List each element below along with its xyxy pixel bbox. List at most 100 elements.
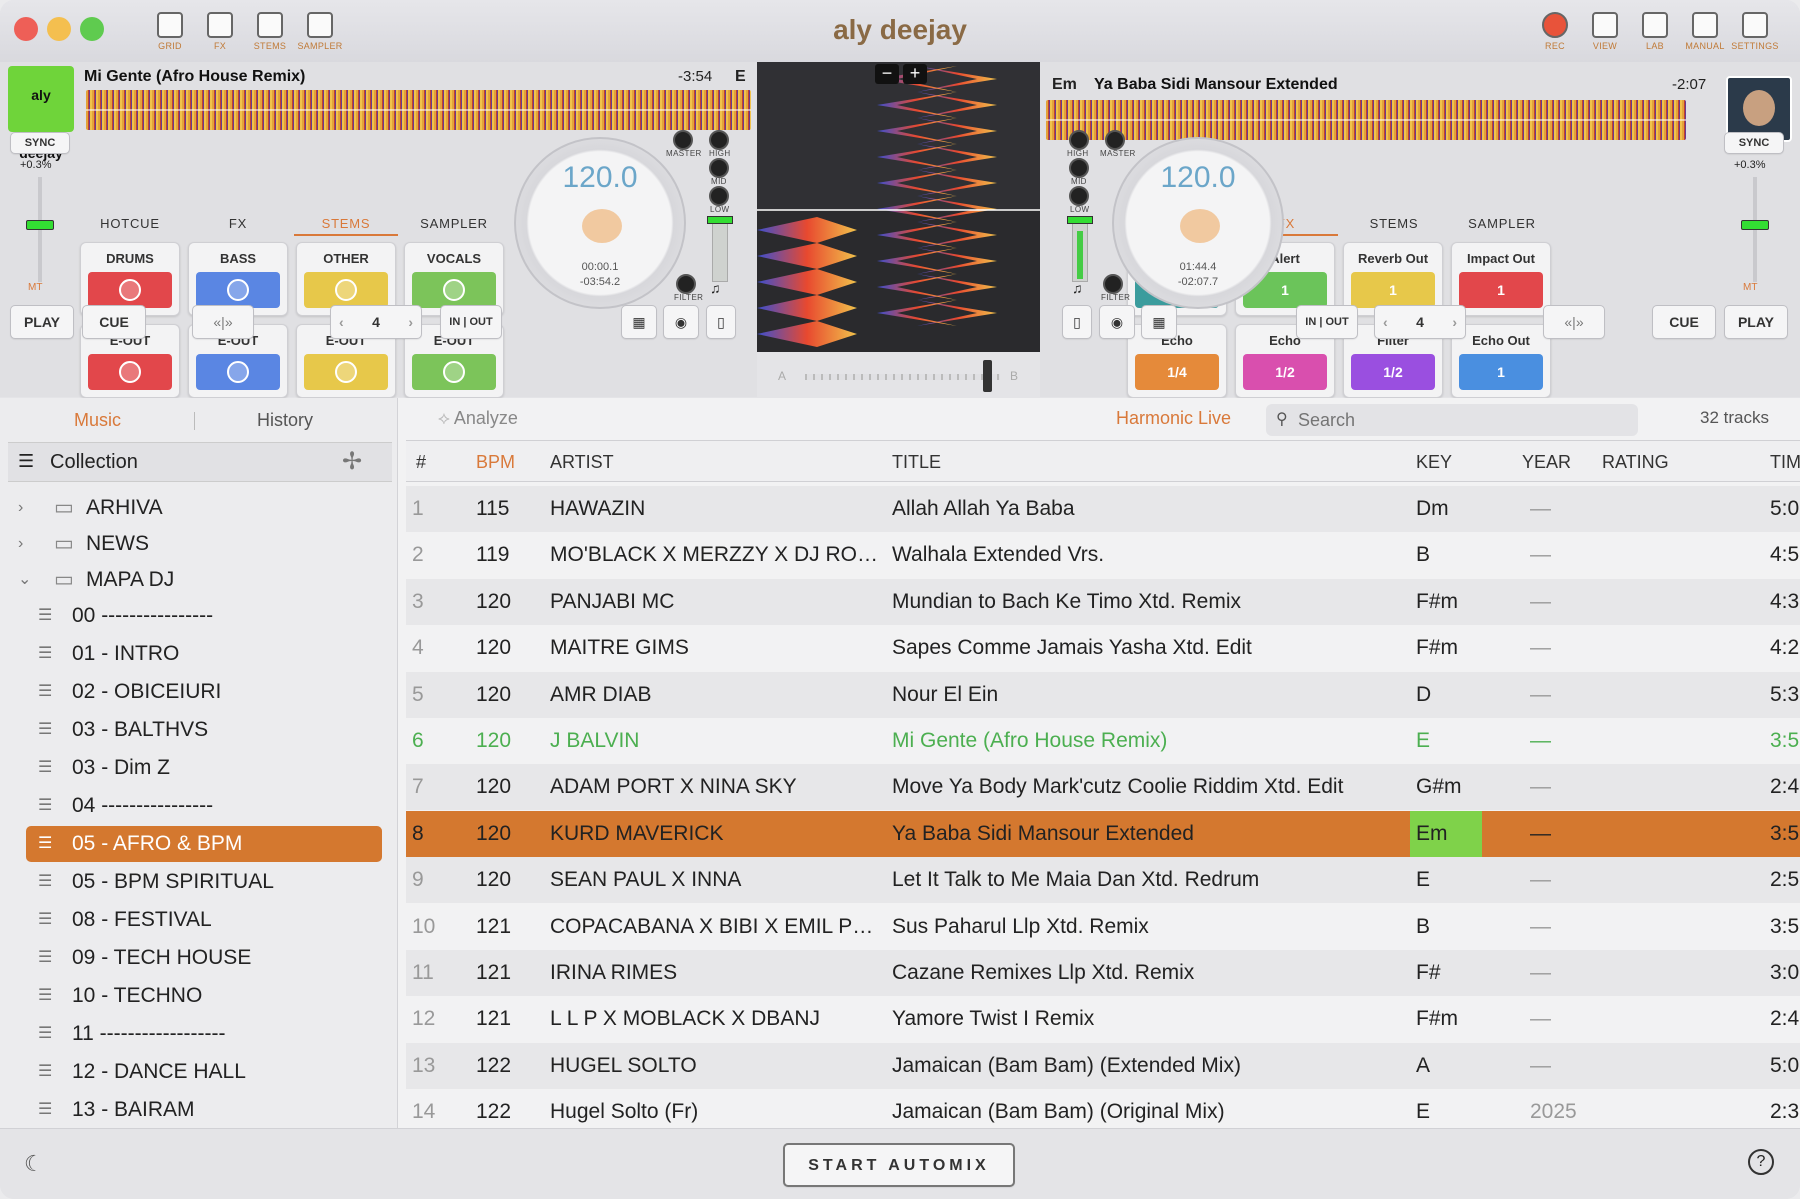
table-row[interactable]: 12 121 L L P X MOBLACK X DBANJ Yamore Twist… [406,996,1800,1042]
table-row[interactable]: 2 119 MO'BLACK X MERZZY X DJ RONY Walhala E… [406,532,1800,578]
analyze-button[interactable]: ⟡ Analyze [438,408,518,429]
deck-right-waveform[interactable] [1046,100,1686,140]
table-row[interactable]: 10 121 COPACABANA X BIBI X EMIL PO... Sus P… [406,904,1800,950]
deck-left-pitch-slider[interactable] [26,220,54,230]
dark-mode-icon[interactable]: ☾ [24,1151,44,1177]
deck_right-pad-4[interactable]: Impact Out 1 [1451,242,1551,316]
deck_left-pad-2-color[interactable] [196,272,280,308]
deck-left-keyboard-icon[interactable]: ▦ [621,305,657,339]
deck-left-platter[interactable]: 120.0 00:00.1 -03:54.2 [514,137,686,309]
sidebar-playlist-12[interactable]: ☰ 11 ------------------ [26,1016,382,1052]
deck_right-pad-7-color[interactable]: 1/2 [1351,354,1435,390]
deck-left-mid-knob[interactable] [709,158,729,178]
table-row[interactable]: 1115HAWAZINAllah Allah Ya BabaDm—5:0☆☆☆☆… [406,486,1800,532]
column-header-number[interactable]: # [416,441,426,483]
deck-left-master-knob[interactable] [673,130,693,150]
zoom-in-button[interactable]: + [903,64,927,84]
sidebar-playlist-9[interactable]: ☰ 08 - FESTIVAL [26,902,382,938]
deck_left-pad-3-color[interactable] [304,272,388,308]
deck_right-pad-3-color[interactable]: 1 [1351,272,1435,308]
tab-music[interactable]: Music [74,410,121,431]
table-row[interactable]: 3 120 PANJABI MC Mundian to Bach Ke Timo Xt… [406,578,1800,625]
deck_left-tab-stems[interactable]: STEMS [294,212,398,236]
harmonic-live-button[interactable]: Harmonic Live [1116,408,1231,429]
search-box[interactable]: ⚲ [1266,404,1638,436]
deck-left-play-button[interactable]: PLAY [10,305,74,339]
start-automix-button[interactable]: START AUTOMIX [783,1143,1015,1187]
deck-left-volume-fader[interactable] [707,216,733,224]
deck-left-in-out-button[interactable]: IN | OUT [440,305,502,339]
table-row[interactable]: 7 120 ADAM PORT X NINA SKY Move Ya Body Mar… [406,764,1800,811]
minimize-window-button[interactable] [47,17,71,41]
deck_right-tab-stems[interactable]: STEMS [1342,212,1446,236]
deck_left-pad-5-color[interactable] [88,354,172,390]
tab-history[interactable]: History [257,410,313,431]
waveform-visualizer[interactable]: − + [757,62,1040,352]
add-playlist-icon[interactable]: ✢ [342,447,362,476]
toolbar-lab-button[interactable]: LAB [1630,12,1680,54]
toolbar-fx-button[interactable]: FX [195,12,245,54]
deck_right-pad-8-color[interactable]: 1 [1459,354,1543,390]
deck-right-play-button[interactable]: PLAY [1724,305,1788,339]
deck_left-pad-8-color[interactable] [412,354,496,390]
deck-left-mt-label[interactable]: MT [28,282,42,293]
sidebar-playlist-1[interactable]: ☰ 00 ---------------- [26,598,382,634]
deck_right-pad-4-color[interactable]: 1 [1459,272,1543,308]
chevron-right-icon[interactable]: › [18,490,23,526]
deck-left-out-label[interactable]: OUT [469,316,492,328]
deck-right-mt-label[interactable]: MT [1743,282,1757,293]
table-row[interactable]: 11 121 IRINA RIMES Cazane Remixes Llp Xtd. … [406,950,1800,996]
table-row[interactable]: 13 122 HUGEL SOLTO Jamaican (Bam Bam) (Exte… [406,1042,1800,1089]
table-row[interactable]: 6 120 J BALVIN Mi Gente (Afro House Remix) E… [406,718,1800,764]
deck-right-keyboard-icon[interactable]: ▦ [1141,305,1177,339]
deck-right-beatjump-button[interactable]: «|» [1543,305,1605,339]
column-header-year[interactable]: YEAR [1522,441,1571,483]
deck-left-loop-control[interactable]: ‹ 4 › [330,305,422,339]
column-header-rating[interactable]: RATING [1602,441,1669,483]
help-icon[interactable]: ? [1748,1149,1774,1175]
deck-left-low-knob[interactable] [709,186,729,206]
deck-right-cue-button[interactable]: CUE [1652,305,1716,339]
crossfader-handle[interactable] [983,360,992,392]
zoom-window-button[interactable] [80,17,104,41]
deck-left-sync-button[interactable]: SYNC [10,132,70,154]
deck-left-headphone-icon[interactable]: ♫ [710,280,721,296]
collection-header[interactable]: ☰ Collection ✢ [8,442,392,482]
deck-right-mid-knob[interactable] [1069,158,1089,178]
sidebar-playlist-10[interactable]: ☰ 09 - TECH HOUSE [26,940,382,976]
deck-right-high-knob[interactable] [1069,130,1089,150]
deck_left-pad-7-color[interactable] [304,354,388,390]
deck-right-sync-button[interactable]: SYNC [1724,132,1784,154]
toolbar-manual-button[interactable]: MANUAL [1680,12,1730,54]
table-row[interactable]: 8 120 KURD MAVERICK Ya Baba Sidi Mansour Ex… [406,810,1800,857]
column-header-artist[interactable]: ARTIST [550,441,614,483]
deck-right-in-out-button[interactable]: IN | OUT [1296,305,1358,339]
deck-left-filter-knob[interactable] [676,274,696,294]
sidebar-playlist-2[interactable]: ☰ 01 - INTRO [26,636,382,672]
deck-right-fader-icon[interactable]: ▯ [1062,305,1092,339]
deck-left-dj-mode-icon[interactable]: ◉ [663,305,699,339]
sidebar-folder-1[interactable]: › ▭ ARHIVA [0,490,398,526]
table-row[interactable]: 5120AMR DIABNour El EinD—5:3☆☆☆☆☆ [406,671,1800,718]
sidebar-playlist-14[interactable]: ☰ 13 - BAIRAM [26,1092,382,1128]
table-row[interactable]: 4 120 MAITRE GIMS Sapes Comme Jamais Yasha … [406,625,1800,671]
deck_right-pad-5-color[interactable]: 1/4 [1135,354,1219,390]
table-row[interactable]: 9 120 SEAN PAUL X INNA Let It Talk to Me Ma… [406,857,1800,904]
deck-left-waveform[interactable] [86,90,751,130]
sidebar-playlist-8[interactable]: ☰ 05 - BPM SPIRITUAL [26,864,382,900]
toolbar-stems-button[interactable]: STEMS [245,12,295,54]
toolbar-grid-button[interactable]: GRID [145,12,195,54]
deck_left-tab-fx[interactable]: FX [186,212,290,236]
deck_right-pad-8[interactable]: Echo Out 1 [1451,324,1551,398]
sidebar-folder-2[interactable]: › ▭ NEWS [0,526,398,562]
deck-right-dj-mode-icon[interactable]: ◉ [1099,305,1135,339]
deck_left-pad-4-color[interactable] [412,272,496,308]
deck-left-cue-button[interactable]: CUE [82,305,146,339]
chevron-right-icon[interactable]: › [18,526,23,562]
sidebar-playlist-4[interactable]: ☰ 03 - BALTHVS [26,712,382,748]
deck-left-high-knob[interactable] [709,130,729,150]
sidebar-playlist-13[interactable]: ☰ 12 - DANCE HALL [26,1054,382,1090]
deck-right-platter[interactable]: 120.0 01:44.4 -02:07.7 [1112,137,1284,309]
deck-right-loop-control[interactable]: ‹ 4 › [1374,305,1466,339]
search-input[interactable] [1298,408,1628,432]
